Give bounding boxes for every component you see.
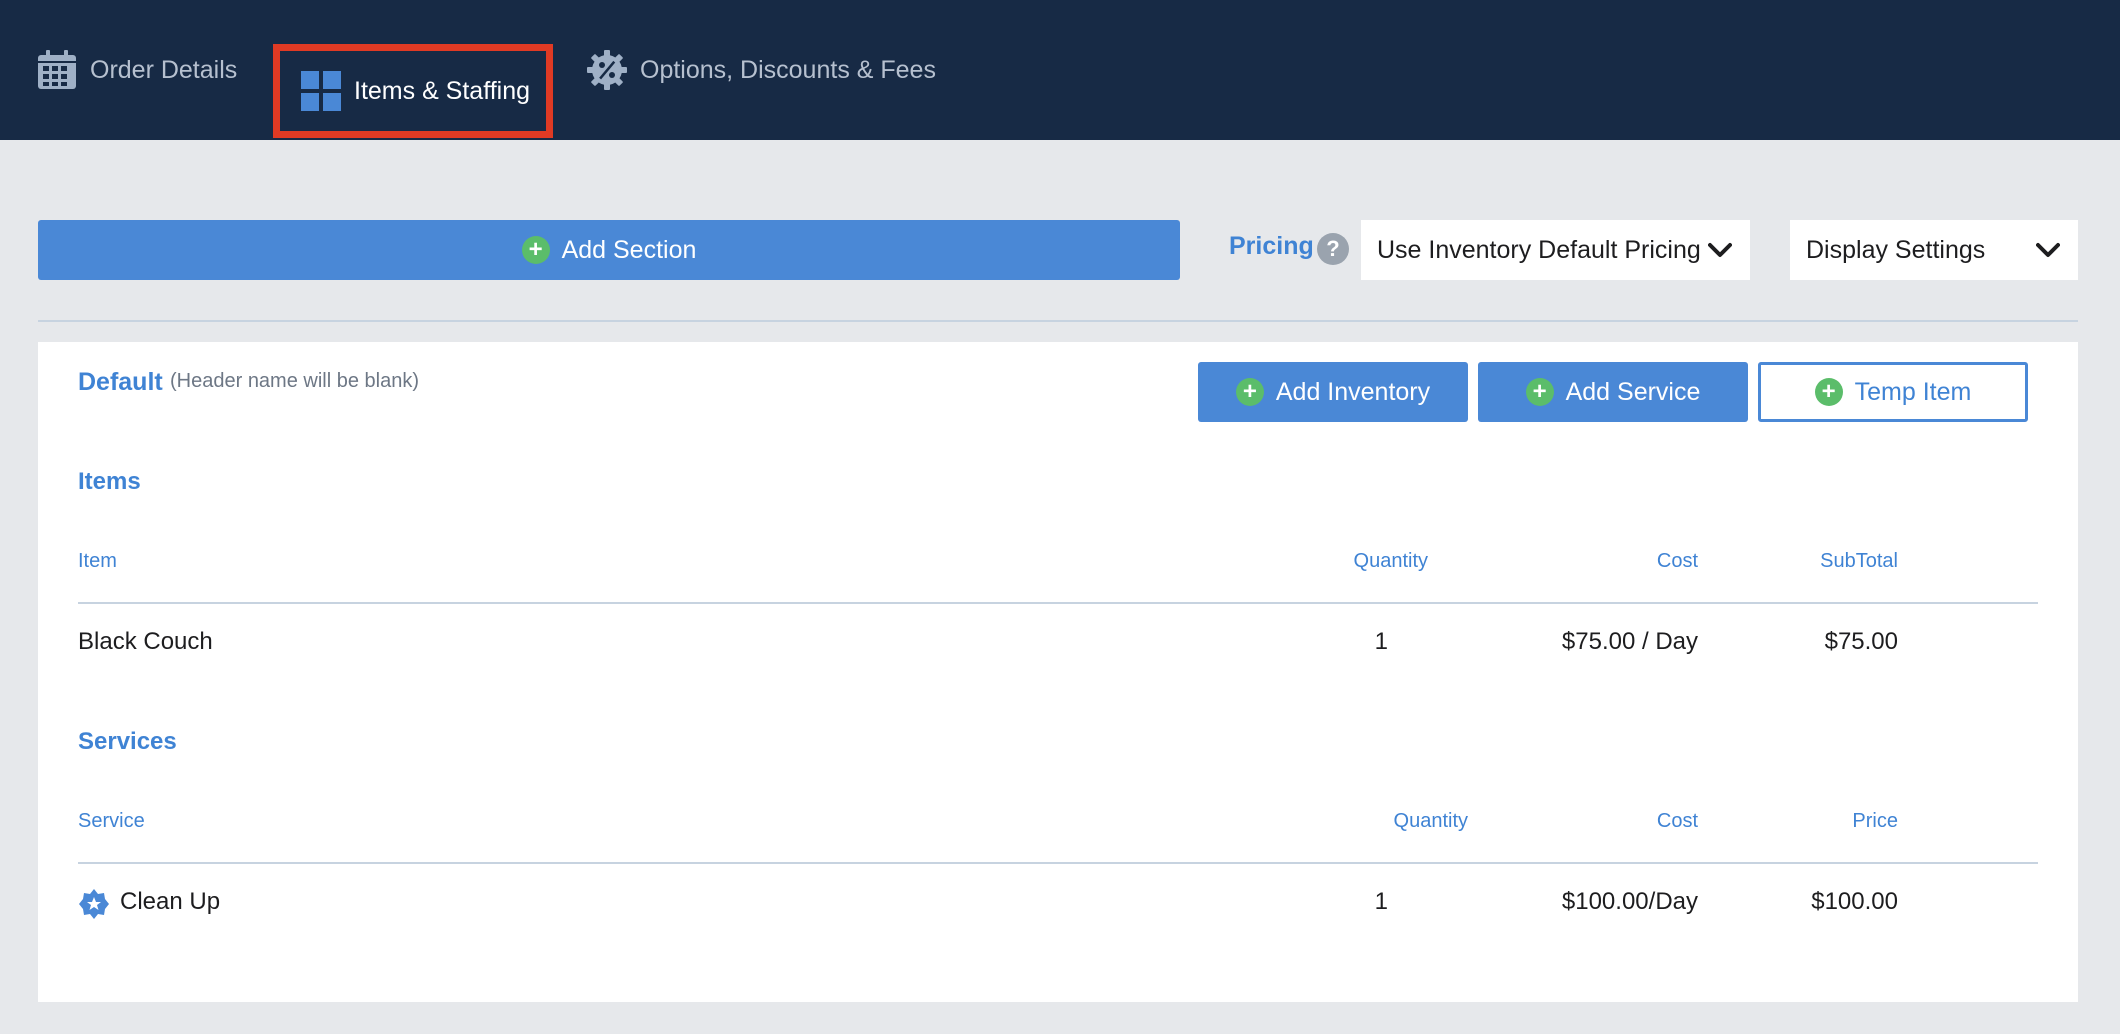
item-quantity: 1: [1374, 628, 1388, 655]
tab-order-details-label: Order Details: [90, 55, 238, 84]
item-subtotal: $75.00: [1824, 628, 1898, 655]
section-panel: Default (Header name will be blank) + Ad…: [38, 342, 2078, 1002]
grid-icon: [300, 70, 342, 112]
add-inventory-label: Add Inventory: [1275, 377, 1431, 406]
plus-circle-icon: +: [1235, 378, 1264, 406]
temp-item-button[interactable]: + Temp Item: [1758, 362, 2028, 422]
tab-order-details[interactable]: Order Details: [36, 0, 237, 140]
column-header-price: Price: [1852, 810, 1898, 832]
services-group-title: Services: [78, 728, 177, 755]
calendar-icon: [36, 49, 78, 91]
section-note: (Header name will be blank): [170, 370, 420, 392]
divider: [38, 320, 2078, 322]
pricing-label: Pricing: [1229, 232, 1314, 260]
add-service-label: Add Service: [1565, 377, 1701, 406]
service-price: $100.00: [1811, 888, 1898, 915]
service-quantity: 1: [1374, 888, 1388, 915]
add-service-button[interactable]: + Add Service: [1478, 362, 1748, 422]
tab-options-label: Options, Discounts & Fees: [640, 55, 936, 84]
display-settings-label: Display Settings: [1806, 235, 1986, 264]
table-divider: [78, 602, 2038, 604]
column-header-service: Service: [78, 810, 145, 832]
add-section-label: Add Section: [561, 235, 697, 264]
column-header-quantity: Quantity: [1353, 550, 1428, 572]
tab-options-discounts-fees[interactable]: Options, Discounts & Fees: [586, 0, 936, 140]
table-divider: [78, 862, 2038, 864]
pricing-select[interactable]: Use Inventory Default Pricing: [1361, 220, 1750, 280]
pricing-select-value: Use Inventory Default Pricing: [1377, 235, 1701, 264]
column-header-cost: Cost: [1656, 810, 1698, 832]
plus-circle-icon: +: [1814, 378, 1843, 406]
display-settings-select[interactable]: Display Settings: [1790, 220, 2078, 280]
chevron-down-icon: [2036, 236, 2060, 265]
temp-item-label: Temp Item: [1854, 377, 1972, 406]
item-cost: $75.00 / Day: [1561, 628, 1698, 655]
column-header-cost: Cost: [1656, 550, 1698, 572]
tab-items-staffing-label: Items & Staffing: [354, 76, 531, 105]
plus-circle-icon: +: [1525, 378, 1554, 406]
service-cost: $100.00/Day: [1561, 888, 1698, 915]
item-name[interactable]: Black Couch: [78, 628, 213, 656]
add-section-button[interactable]: + Add Section: [38, 220, 1180, 280]
percent-gear-icon: [586, 49, 628, 91]
column-header-quantity: Quantity: [1393, 810, 1468, 832]
top-nav: Order Details Items & Staffing Options, …: [0, 0, 2120, 140]
column-header-item: Item: [78, 550, 117, 572]
service-badge-icon: [78, 888, 110, 920]
section-title[interactable]: Default: [78, 368, 163, 397]
plus-circle-icon: +: [521, 236, 550, 264]
service-name[interactable]: Clean Up: [120, 888, 220, 916]
add-inventory-button[interactable]: + Add Inventory: [1198, 362, 1468, 422]
chevron-down-icon: [1708, 236, 1732, 265]
help-icon[interactable]: ?: [1317, 233, 1349, 265]
column-header-subtotal: SubTotal: [1820, 550, 1898, 572]
tab-items-staffing[interactable]: Items & Staffing: [273, 44, 554, 138]
items-group-title: Items: [78, 468, 141, 495]
